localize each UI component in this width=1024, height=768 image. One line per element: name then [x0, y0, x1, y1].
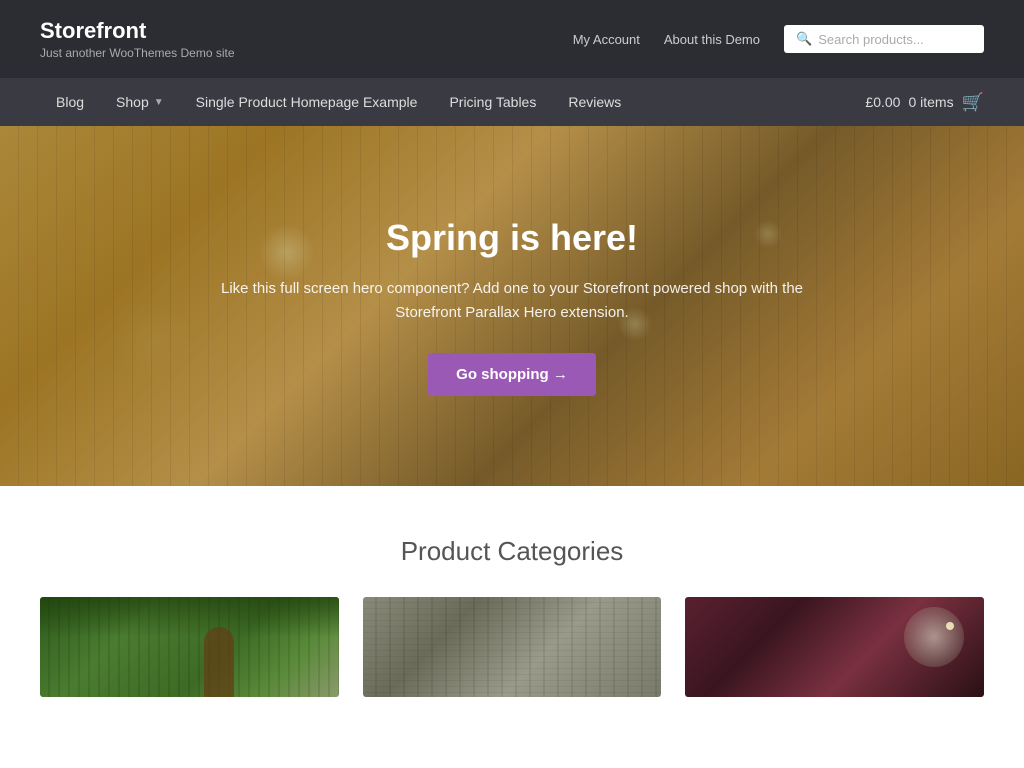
hero-title: Spring is here! [202, 217, 822, 259]
site-branding: Storefront Just another WooThemes Demo s… [40, 18, 235, 60]
category-image-1 [40, 597, 339, 697]
cart-amount: £0.00 [865, 94, 900, 110]
hero-description: Like this full screen hero component? Ad… [202, 277, 822, 325]
nav-item-shop[interactable]: Shop ▼ [100, 78, 180, 126]
category-card-3[interactable] [685, 597, 984, 697]
go-shopping-button[interactable]: Go shopping → [428, 353, 596, 396]
site-nav: Blog Shop ▼ Single Product Homepage Exam… [0, 78, 1024, 126]
site-tagline: Just another WooThemes Demo site [40, 46, 235, 60]
site-title: Storefront [40, 18, 235, 44]
cart-items-label: 0 items [908, 94, 953, 110]
nav-item-reviews[interactable]: Reviews [552, 78, 637, 126]
search-icon: 🔍 [796, 31, 812, 47]
nav-left: Blog Shop ▼ Single Product Homepage Exam… [40, 78, 637, 126]
nav-item-pricing-tables[interactable]: Pricing Tables [433, 78, 552, 126]
category-card-2[interactable] [363, 597, 662, 697]
my-account-link[interactable]: My Account [573, 32, 640, 47]
shop-dropdown-arrow: ▼ [154, 97, 164, 108]
category-image-2 [363, 597, 662, 697]
nav-item-blog[interactable]: Blog [40, 78, 100, 126]
hero-content: Spring is here! Like this full screen he… [182, 217, 842, 396]
about-demo-link[interactable]: About this Demo [664, 32, 760, 47]
categories-title: Product Categories [40, 536, 984, 567]
cart-icon: 🛒 [962, 92, 984, 113]
nav-cart[interactable]: £0.00 0 items 🛒 [865, 92, 984, 113]
search-form: 🔍 [784, 25, 984, 53]
category-image-3 [685, 597, 984, 697]
site-header: Storefront Just another WooThemes Demo s… [0, 0, 1024, 78]
nav-item-single-product[interactable]: Single Product Homepage Example [180, 78, 434, 126]
categories-grid [40, 597, 984, 697]
search-input[interactable] [818, 32, 972, 47]
header-right: My Account About this Demo 🔍 [573, 25, 984, 53]
category-card-1[interactable] [40, 597, 339, 697]
categories-section: Product Categories [0, 486, 1024, 727]
hero-section: Spring is here! Like this full screen he… [0, 126, 1024, 486]
